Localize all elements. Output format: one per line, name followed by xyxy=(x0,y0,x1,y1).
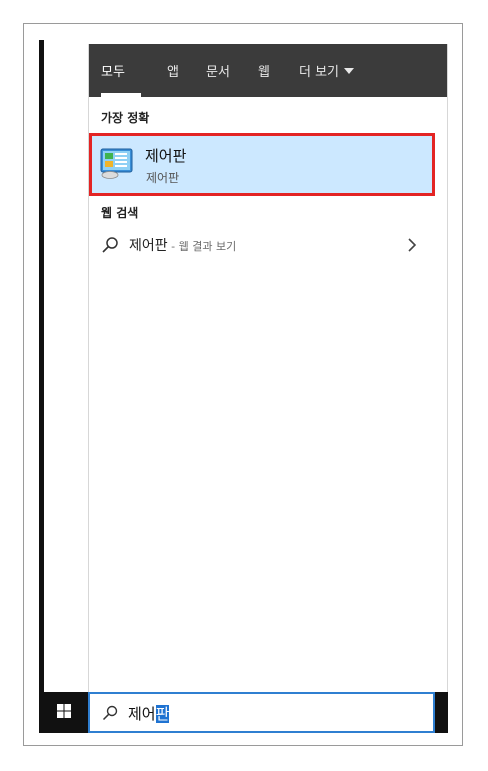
web-search-query: 제어판 xyxy=(129,238,168,254)
taskbar: 제어판 xyxy=(39,692,448,733)
search-query-text: 제어판 xyxy=(128,703,170,724)
web-search-suffix: - 웹 결과 보기 xyxy=(167,240,237,253)
best-match-subtitle: 제어판 xyxy=(146,171,180,185)
best-match-heading: 가장 정확 xyxy=(101,111,150,125)
best-match-title: 제어판 xyxy=(145,147,187,165)
search-icon xyxy=(102,237,118,253)
tab-apps[interactable]: 앱 xyxy=(167,61,179,80)
taskbar-search-input[interactable]: 제어판 xyxy=(88,692,435,733)
active-tab-underline xyxy=(101,93,141,97)
web-search-heading: 웹 검색 xyxy=(101,206,139,220)
tab-all[interactable]: 모두 xyxy=(101,61,125,80)
web-search-text: 제어판 - 웹 결과 보기 xyxy=(129,235,236,255)
tab-more-label: 더 보기 xyxy=(299,65,340,80)
control-panel-icon xyxy=(100,148,133,179)
search-results-panel: 모두 앱 문서 웹 더 보기 가장 정확 제어판 제어판 웹 검색 제어판 - … xyxy=(88,44,448,692)
left-edge-bar xyxy=(39,40,44,692)
best-match-result[interactable]: 제어판 제어판 xyxy=(89,133,435,196)
taskbar-edge xyxy=(435,692,448,733)
web-search-result[interactable]: 제어판 - 웹 결과 보기 xyxy=(89,230,447,260)
search-icon xyxy=(102,705,118,721)
tab-web[interactable]: 웹 xyxy=(258,61,270,80)
search-text-selected: 판 xyxy=(155,705,170,723)
windows-logo-icon xyxy=(57,704,71,718)
start-button[interactable] xyxy=(39,692,88,733)
tab-documents[interactable]: 문서 xyxy=(206,61,230,80)
chevron-right-icon[interactable] xyxy=(407,238,417,252)
search-text-plain: 제어 xyxy=(128,705,156,723)
filter-tabs: 모두 앱 문서 웹 더 보기 xyxy=(89,44,447,97)
tab-more[interactable]: 더 보기 xyxy=(299,61,355,80)
caret-down-icon xyxy=(344,68,355,74)
